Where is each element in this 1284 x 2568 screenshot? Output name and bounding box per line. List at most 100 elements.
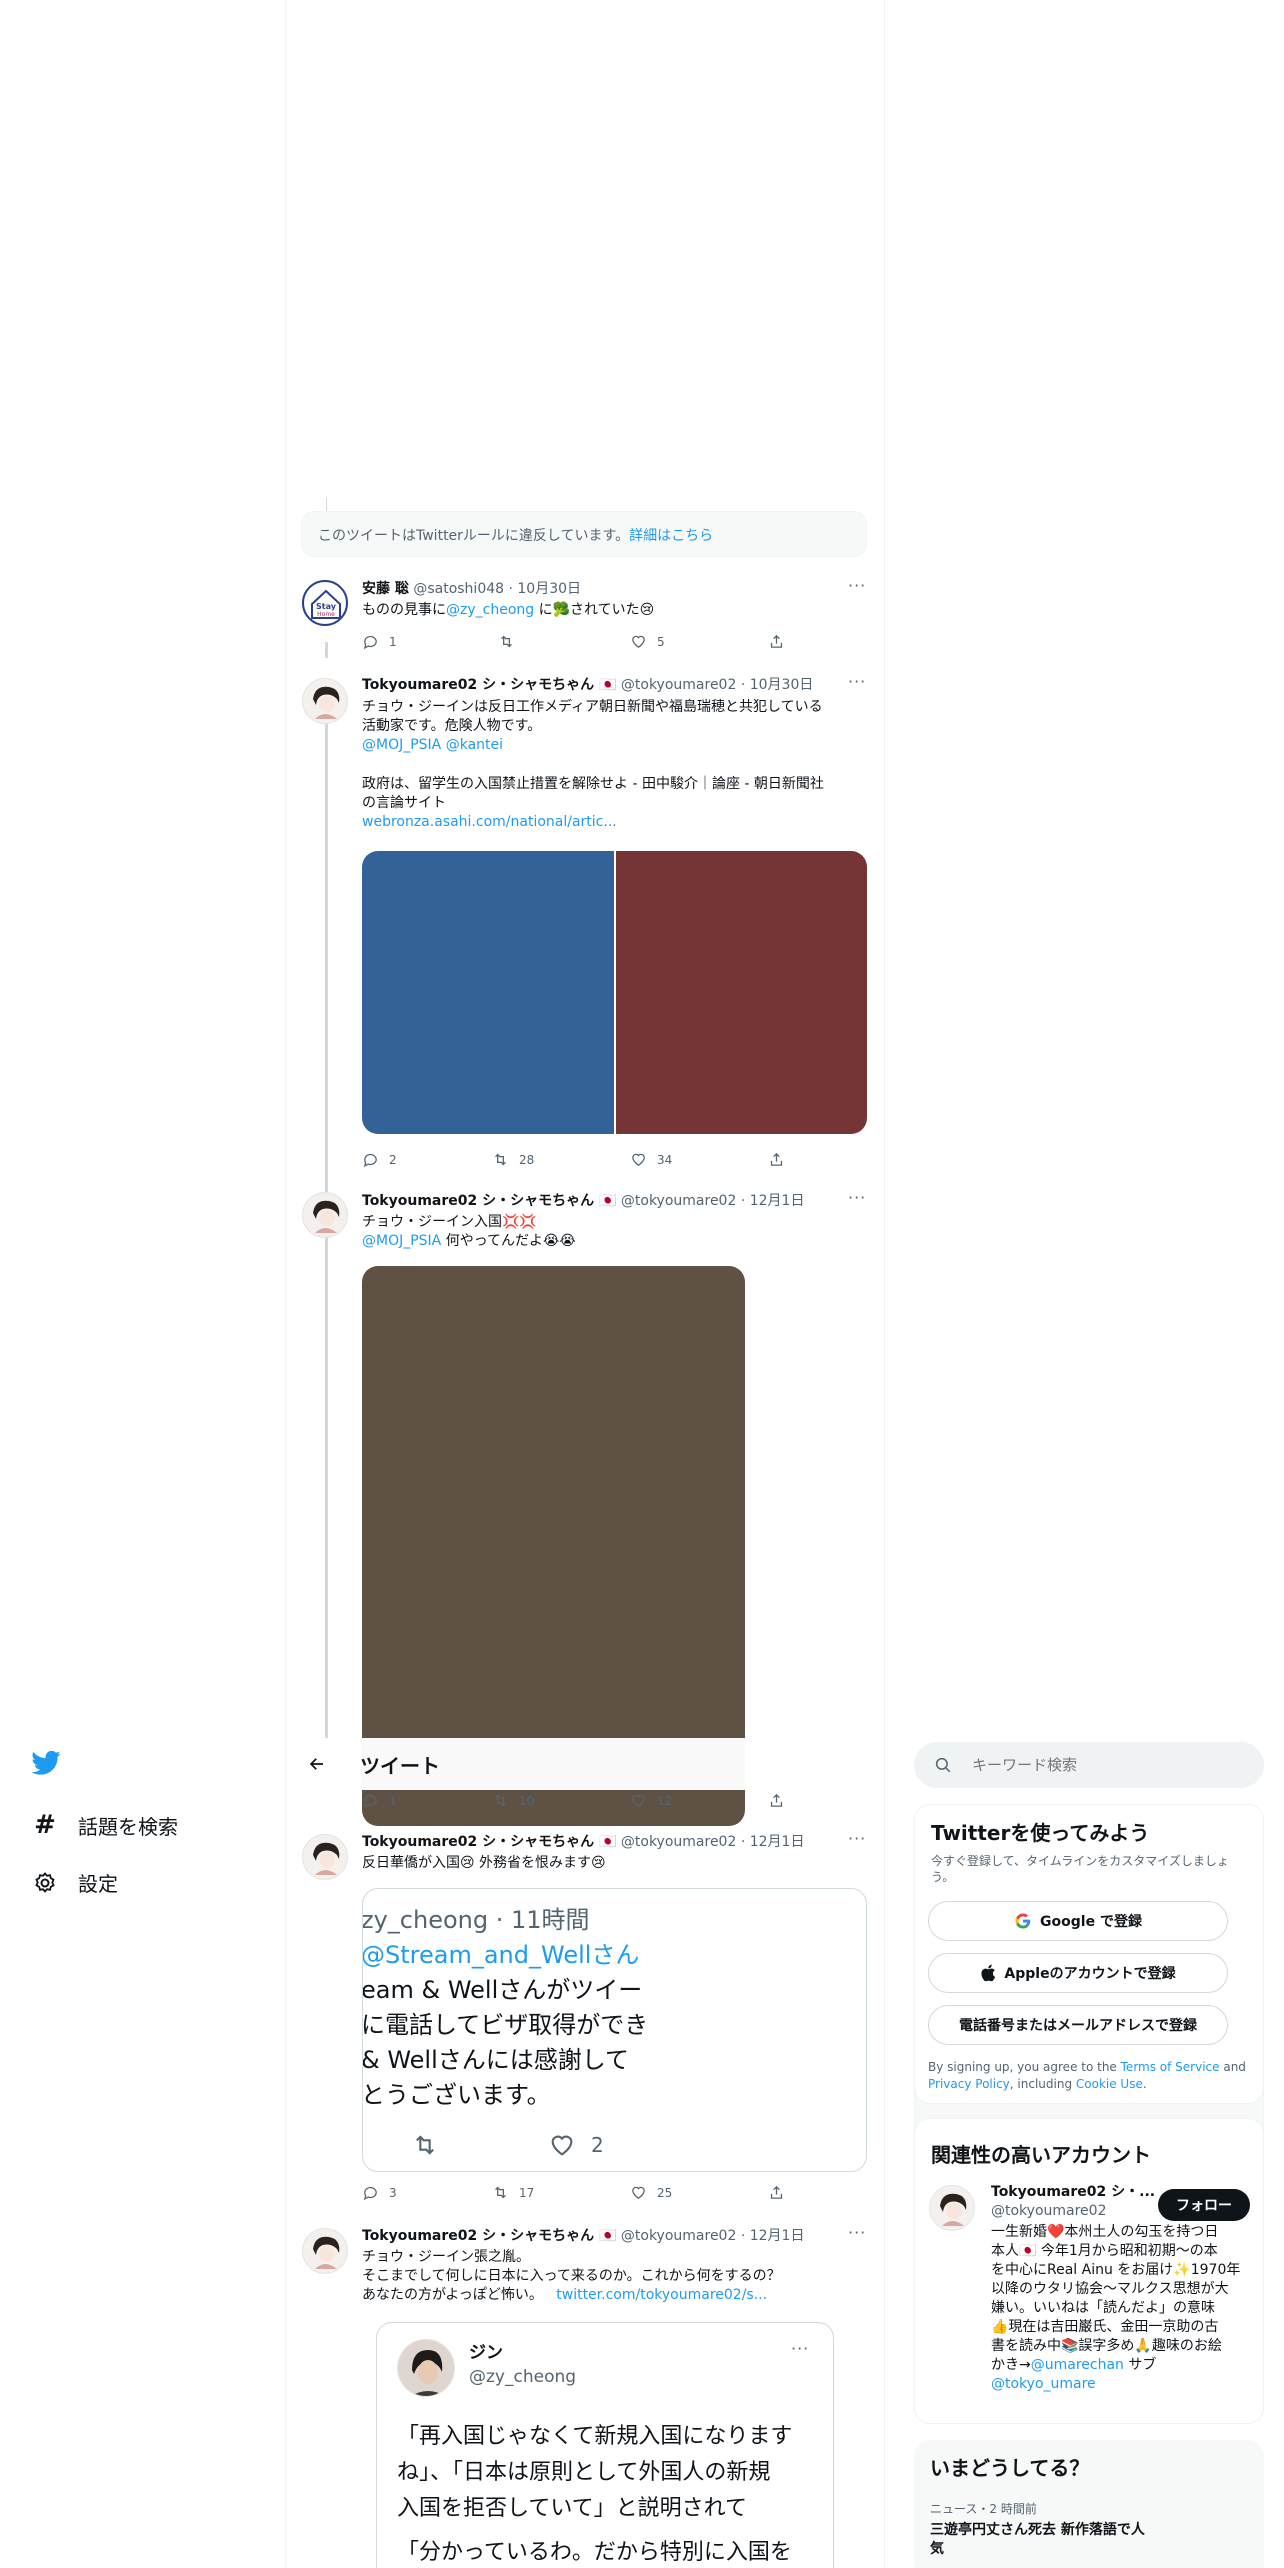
- tweet-text: チョウ・ジーイン入国💢💢 @MOJ_PSIA 何やってんだよ😭😭: [362, 1214, 576, 1249]
- quote-header: zy_cheong · 11時間: [362, 1906, 590, 1934]
- heart-icon: [632, 2186, 645, 2199]
- cookie-link[interactable]: Cookie Use: [1076, 2077, 1143, 2091]
- media-image[interactable]: [362, 851, 614, 1134]
- tweet[interactable]: Tokyoumare02 シ・シャモちゃん 🇯🇵 @tokyoumare02 ·…: [286, 1824, 884, 2214]
- nav-settings[interactable]: 設定: [30, 1868, 118, 1897]
- twitter-logo-icon[interactable]: [30, 1750, 62, 1782]
- media-grid[interactable]: [362, 851, 867, 1134]
- more-icon[interactable]: ···: [848, 1829, 866, 1848]
- heart-icon: [632, 635, 645, 648]
- share-icon: [770, 2185, 783, 2199]
- privacy-link[interactable]: Privacy Policy: [928, 2077, 1010, 2091]
- tweet[interactable]: Tokyoumare02 シ・シャモちゃん 🇯🇵 @tokyoumare02 ·…: [286, 2218, 884, 2568]
- quote-mention[interactable]: @Stream_and_Wellさん: [363, 1938, 648, 1973]
- author-handle[interactable]: @tokyoumare02: [621, 677, 736, 693]
- share-icon: [770, 1152, 783, 1166]
- trend-item[interactable]: ニュース・2 時間前 三遊亭円丈さん死去 新作落語で人気: [930, 2500, 1250, 2559]
- quote-author-name: ジン: [469, 2343, 503, 2363]
- like-button[interactable]: 34: [630, 1151, 672, 1168]
- retweet-button[interactable]: 28: [492, 1151, 534, 1168]
- search-box[interactable]: [914, 1742, 1264, 1788]
- author-name[interactable]: Tokyoumare02 シ・シャモちゃん 🇯🇵: [362, 677, 616, 693]
- like-count: 5: [657, 634, 665, 649]
- google-signup-button[interactable]: Google で登録: [928, 1901, 1228, 1941]
- relevant-accounts-card: 関連性の高いアカウント Tokyoumare02 シ・... @tokyouma…: [914, 2118, 1264, 2424]
- share-button[interactable]: [768, 2184, 785, 2201]
- relevant-name[interactable]: Tokyoumare02 シ・...: [991, 2183, 1155, 2202]
- like-button[interactable]: 25: [630, 2184, 672, 2201]
- mention-links[interactable]: @MOJ_PSIA @kantei: [362, 736, 872, 755]
- back-arrow-icon[interactable]: [304, 1751, 330, 1777]
- author-handle[interactable]: @tokyoumare02: [621, 1193, 736, 1209]
- reply-button[interactable]: 3: [362, 2184, 397, 2201]
- tweet[interactable]: Tokyoumare02 シ・シャモちゃん 🇯🇵 @tokyoumare02 ·…: [286, 668, 884, 1178]
- author-name[interactable]: Tokyoumare02 シ・シャモちゃん 🇯🇵: [362, 1193, 616, 1209]
- search-input[interactable]: [972, 1756, 1252, 1774]
- avatar[interactable]: [302, 1834, 348, 1880]
- tweet-text: チョウ・ジーイン張之胤。 そこまでして何しに日本に入って来るのか。これから何をす…: [362, 2249, 781, 2303]
- more-icon[interactable]: ···: [848, 672, 866, 691]
- more-icon[interactable]: ···: [848, 2223, 866, 2242]
- more-icon[interactable]: ···: [848, 1188, 866, 1207]
- gear-icon: [30, 1871, 60, 1895]
- svg-text:Stay: Stay: [316, 602, 337, 611]
- mention-link[interactable]: @MOJ_PSIA: [362, 1233, 441, 1249]
- retweet-button[interactable]: [498, 633, 525, 650]
- quoted-tweet-card[interactable]: ジン @zy_cheong ··· 「再入国じゃなくて新規入国になります ね」、…: [376, 2322, 834, 2568]
- quoted-tweet-card[interactable]: zy_cheong · 11時間 @Stream_and_Wellさん eam …: [362, 1888, 867, 2172]
- article-link[interactable]: webronza.asahi.com/national/artic...: [362, 813, 872, 832]
- tweet-date[interactable]: · 12月1日: [741, 1193, 805, 1209]
- violation-learn-more-link[interactable]: 詳細はこちら: [629, 528, 713, 544]
- apple-signup-button[interactable]: Appleのアカウントで登録: [928, 1953, 1228, 1993]
- relevant-handle[interactable]: @tokyoumare02: [991, 2202, 1155, 2221]
- share-icon: [770, 1793, 783, 1807]
- tweet-date[interactable]: · 10月30日: [741, 677, 814, 693]
- tweet[interactable]: Stay Home 安藤 聡 @satoshi048 · 10月30日 ··· も…: [286, 570, 884, 660]
- reply-button[interactable]: 1: [362, 1792, 397, 1809]
- reply-count: 1: [389, 634, 397, 649]
- author-handle[interactable]: @tokyoumare02: [621, 2228, 736, 2244]
- reply-icon: [363, 1794, 377, 1809]
- share-button[interactable]: [768, 1151, 785, 1168]
- tweet-link[interactable]: twitter.com/tokyoumare02/s...: [556, 2287, 767, 2303]
- author-name[interactable]: 安藤 聡: [362, 581, 409, 597]
- nav-settings-label: 設定: [78, 1872, 118, 1896]
- avatar[interactable]: [929, 2185, 975, 2231]
- avatar[interactable]: Stay Home: [302, 580, 348, 626]
- mention-link[interactable]: @zy_cheong: [446, 602, 534, 618]
- nav-explore[interactable]: # 話題を検索: [30, 1810, 178, 1840]
- author-name[interactable]: Tokyoumare02 シ・シャモちゃん 🇯🇵: [362, 1834, 616, 1850]
- media-image[interactable]: [615, 851, 867, 1134]
- author-handle[interactable]: @tokyoumare02: [621, 1834, 736, 1850]
- retweet-button[interactable]: 10: [492, 1792, 534, 1809]
- google-signup-label: Google で登録: [1040, 1914, 1142, 1930]
- author-name[interactable]: Tokyoumare02 シ・シャモちゃん 🇯🇵: [362, 2228, 616, 2244]
- tweet-date[interactable]: · 12月1日: [741, 1834, 805, 1850]
- retweet-button[interactable]: 17: [492, 2184, 534, 2201]
- author-handle[interactable]: @satoshi048: [413, 581, 504, 597]
- bio-mention-link[interactable]: @tokyo_umare: [991, 2375, 1259, 2394]
- avatar[interactable]: [302, 2228, 348, 2274]
- share-button[interactable]: [768, 1792, 785, 1809]
- tweet-date[interactable]: · 10月30日: [509, 581, 582, 597]
- signup-legal: By signing up, you agree to the Terms of…: [928, 2060, 1246, 2091]
- bio-mention-link[interactable]: @umarechan: [1031, 2357, 1124, 2373]
- like-button[interactable]: 5: [630, 633, 665, 650]
- avatar[interactable]: [302, 678, 348, 724]
- terms-link[interactable]: Terms of Service: [1121, 2060, 1220, 2074]
- retweet-icon: [501, 635, 512, 648]
- tweet[interactable]: Tokyoumare02 シ・シャモちゃん 🇯🇵 @tokyoumare02 ·…: [286, 1182, 884, 1826]
- tweet-date[interactable]: · 12月1日: [741, 2228, 805, 2244]
- follow-button[interactable]: フォロー: [1158, 2189, 1250, 2221]
- svg-text:Home: Home: [317, 611, 335, 618]
- reply-button[interactable]: 2: [362, 1151, 397, 1168]
- avatar[interactable]: [302, 1192, 348, 1238]
- more-icon[interactable]: ···: [848, 576, 866, 595]
- more-icon[interactable]: ···: [791, 2339, 809, 2358]
- phone-email-signup-button[interactable]: 電話番号またはメールアドレスで登録: [928, 2005, 1228, 2045]
- apple-icon: [981, 1964, 996, 1982]
- share-button[interactable]: [768, 633, 785, 650]
- like-count: 25: [657, 2185, 673, 2200]
- like-button[interactable]: 12: [630, 1792, 672, 1809]
- reply-button[interactable]: 1: [362, 633, 397, 650]
